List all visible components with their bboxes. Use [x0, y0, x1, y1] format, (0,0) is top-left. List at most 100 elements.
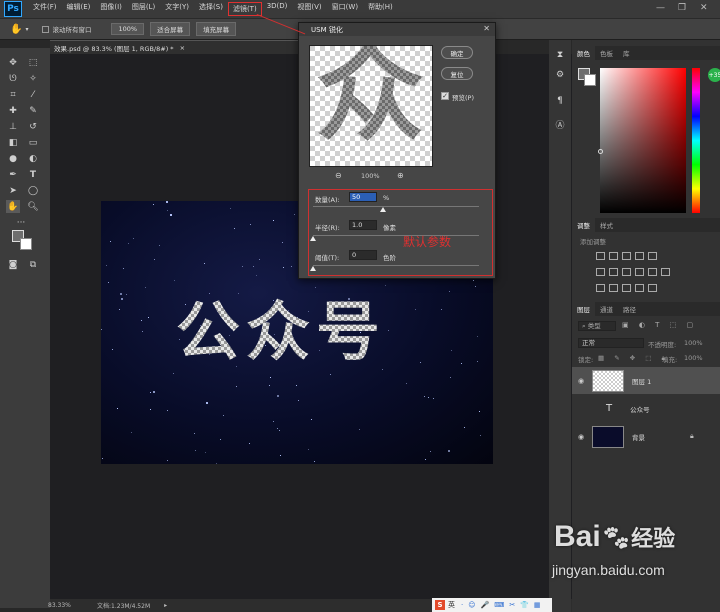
document-tab-close-icon[interactable]: ×: [180, 44, 185, 52]
more-tools-icon[interactable]: ···: [14, 216, 28, 229]
threshold-slider-track[interactable]: [313, 265, 479, 266]
threshold-adjustment-icon[interactable]: [622, 284, 631, 292]
radius-slider-thumb[interactable]: [310, 236, 316, 241]
amount-input[interactable]: 50: [349, 192, 377, 202]
menu-item-5[interactable]: 选择(S): [194, 2, 228, 16]
properties-panel-icon[interactable]: ⚙: [553, 68, 567, 81]
blend-mode-select[interactable]: 正常: [578, 338, 644, 348]
background-color-swatch[interactable]: [20, 238, 32, 250]
ime-mode-label[interactable]: 英: [448, 600, 455, 610]
layer-row[interactable]: ◉ 图层 1: [572, 367, 720, 394]
preview-zoom-out-icon[interactable]: ⊖: [335, 171, 342, 180]
hue-slider[interactable]: [692, 68, 700, 213]
magic-wand-tool-icon[interactable]: ✧: [26, 72, 40, 85]
layer-tabs-tab-2[interactable]: 路径: [618, 304, 641, 314]
layer-filter-icons[interactable]: ▣ ◐ T ⬚ ▢: [622, 321, 697, 329]
fit-screen-button[interactable]: 适合屏幕: [150, 22, 191, 36]
marquee-tool-icon[interactable]: ⬚: [26, 56, 40, 69]
menu-item-2[interactable]: 图像(I): [95, 2, 127, 16]
bg-swatch-small[interactable]: [584, 74, 596, 86]
lasso-tool-icon[interactable]: ᘎ: [6, 72, 20, 85]
color-picker-field[interactable]: [600, 68, 686, 213]
menu-item-9[interactable]: 窗口(W): [327, 2, 363, 16]
hand-tool-panel-icon[interactable]: ✋: [6, 200, 20, 213]
ok-button[interactable]: 确定: [441, 46, 473, 59]
radius-input[interactable]: 1.0: [349, 220, 377, 230]
brush-tool-icon[interactable]: ✎: [26, 104, 40, 117]
amount-slider-track[interactable]: [313, 206, 479, 207]
filter-preview[interactable]: 众: [309, 45, 433, 167]
history-panel-icon[interactable]: ⧗: [553, 48, 567, 61]
dialog-title-bar[interactable]: USM 锐化 ✕: [299, 23, 495, 36]
color-tabs-tab-0[interactable]: 颜色: [572, 46, 595, 60]
scroll-all-checkbox[interactable]: [42, 25, 50, 33]
bw-adjustment-icon[interactable]: [622, 268, 631, 276]
layer-visibility-eye-icon[interactable]: ◉: [578, 377, 584, 385]
amount-slider-thumb[interactable]: [379, 207, 386, 212]
color-balance-adjustment-icon[interactable]: [609, 268, 618, 276]
tool-preset-dropdown-icon[interactable]: ▾: [25, 26, 28, 33]
layer-kind-filter[interactable]: ⌕ 类型: [578, 321, 616, 331]
menu-item-4[interactable]: 文字(Y): [160, 2, 194, 16]
zoom-tool-icon[interactable]: 🔍︎: [26, 200, 40, 213]
dialog-close-icon[interactable]: ✕: [483, 24, 490, 33]
layer-visibility-eye-icon[interactable]: ◉: [578, 433, 584, 441]
color-tabs-tab-2[interactable]: 库: [618, 48, 635, 58]
zoom-100-button[interactable]: 100%: [111, 23, 145, 35]
vibrance-adjustment-icon[interactable]: [648, 252, 657, 260]
clone-stamp-tool-icon[interactable]: ⊥: [6, 120, 20, 133]
lock-icons[interactable]: ▦ ✎ ✥ ⬚ 🔒︎: [598, 354, 669, 363]
gradient-tool-icon[interactable]: ▭: [26, 136, 40, 149]
layer-row[interactable]: ◉ 背景 🔒︎: [572, 423, 720, 450]
threshold-input[interactable]: 0: [349, 250, 377, 260]
menu-item-3[interactable]: 图层(L): [127, 2, 160, 16]
character-panel-icon[interactable]: Ⓐ: [553, 118, 567, 131]
brightness-adjustment-icon[interactable]: [596, 252, 605, 260]
adjust-tabs-tab-0[interactable]: 调整: [572, 218, 595, 232]
invert-adjustment-icon[interactable]: [596, 284, 605, 292]
type-tool-icon[interactable]: T: [26, 168, 40, 181]
color-tabs-tab-1[interactable]: 色板: [595, 48, 618, 58]
opacity-value[interactable]: 100%: [684, 339, 703, 347]
dodge-tool-icon[interactable]: ◐: [26, 152, 40, 165]
fill-screen-button[interactable]: 填充屏幕: [196, 22, 237, 36]
channel-mixer-adjustment-icon[interactable]: [648, 268, 657, 276]
posterize-adjustment-icon[interactable]: [609, 284, 618, 292]
minimize-icon[interactable]: —: [656, 3, 665, 13]
menu-item-10[interactable]: 帮助(H): [363, 2, 398, 16]
close-icon[interactable]: ✕: [700, 3, 708, 13]
selective-color-adjustment-icon[interactable]: [635, 284, 644, 292]
move-tool-icon[interactable]: ✥: [6, 56, 20, 69]
fill-value[interactable]: 100%: [684, 354, 703, 362]
screen-mode-icon[interactable]: ⧉: [26, 258, 40, 271]
threshold-slider-thumb[interactable]: [310, 266, 316, 271]
preview-checkbox[interactable]: ✓: [441, 92, 449, 100]
status-arrow-icon[interactable]: ▸: [164, 602, 167, 609]
menu-item-1[interactable]: 编辑(E): [62, 2, 96, 16]
layer-row[interactable]: T 公众号: [572, 395, 720, 422]
path-selection-tool-icon[interactable]: ➤: [6, 184, 20, 197]
reset-button[interactable]: 复位: [441, 67, 473, 80]
curves-adjustment-icon[interactable]: [622, 252, 631, 260]
photo-filter-adjustment-icon[interactable]: [635, 268, 644, 276]
blur-tool-icon[interactable]: ●: [6, 152, 20, 165]
hand-tool-icon[interactable]: ✋: [10, 24, 22, 35]
ime-logo-icon[interactable]: S: [435, 600, 445, 610]
pen-tool-icon[interactable]: ✒: [6, 168, 20, 181]
document-tab[interactable]: 效果.psd @ 83.3% (图层 1, RGB/8#) * ×: [50, 40, 310, 54]
restore-icon[interactable]: ❐: [678, 3, 686, 13]
hsl-adjustment-icon[interactable]: [596, 268, 605, 276]
adjust-tabs-tab-1[interactable]: 样式: [595, 220, 618, 230]
eraser-tool-icon[interactable]: ◧: [6, 136, 20, 149]
eyedropper-tool-icon[interactable]: ⁄: [26, 88, 40, 101]
healing-brush-tool-icon[interactable]: ✚: [6, 104, 20, 117]
crop-tool-icon[interactable]: ⌗: [6, 88, 20, 101]
menu-item-8[interactable]: 视图(V): [292, 2, 326, 16]
radius-slider-track[interactable]: [313, 235, 479, 236]
menu-item-7[interactable]: 3D(D): [262, 2, 293, 16]
quick-mask-icon[interactable]: ◙: [6, 258, 20, 271]
levels-adjustment-icon[interactable]: [609, 252, 618, 260]
ime-tool-icons[interactable]: ·☺🎤⌨✂👕▦: [461, 601, 546, 609]
preview-zoom-in-icon[interactable]: ⊕: [397, 171, 404, 180]
color-lookup-adjustment-icon[interactable]: [661, 268, 670, 276]
